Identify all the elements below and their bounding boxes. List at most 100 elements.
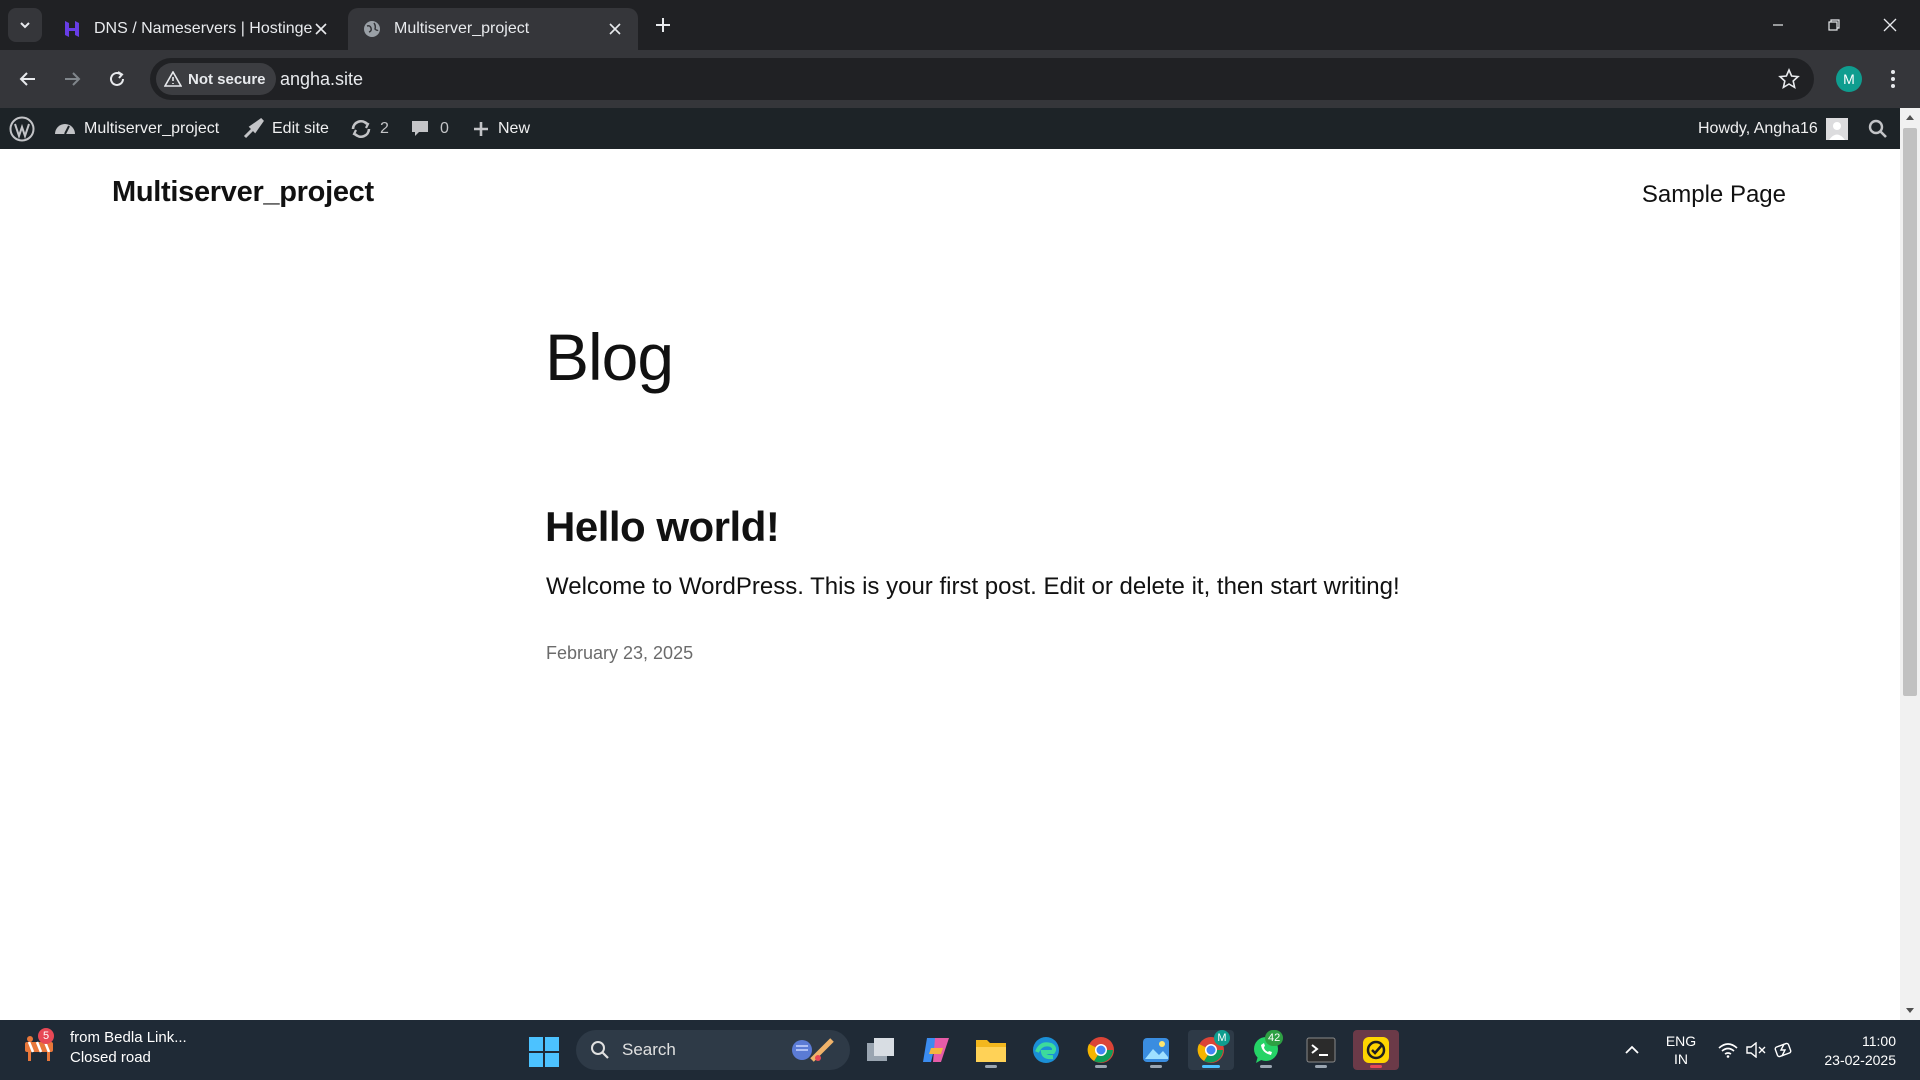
tab-multiserver[interactable]: Multiserver_project (348, 8, 638, 50)
security-chip[interactable]: Not secure (156, 63, 276, 95)
warning-icon (164, 71, 182, 87)
edge-icon (1033, 1037, 1059, 1063)
post-date-link[interactable]: February 23, 2025 (546, 643, 693, 664)
search-icon (1868, 119, 1887, 138)
back-button[interactable] (12, 63, 44, 95)
new-content-button[interactable]: New (472, 108, 530, 149)
photos-button[interactable] (1133, 1030, 1179, 1070)
clock-date: 23-02-2025 (1824, 1052, 1896, 1068)
browser-menu-button[interactable] (1880, 65, 1906, 93)
vertical-scrollbar[interactable] (1900, 108, 1920, 1020)
url-text[interactable]: angha.site (280, 58, 363, 100)
updates-button[interactable]: 2 (350, 108, 389, 149)
windows-taskbar: 5 from Bedla Link... Closed road Search … (0, 1020, 1920, 1080)
search-label: Search (622, 1040, 676, 1059)
site-title-link[interactable]: Multiserver_project (112, 176, 374, 209)
battery-charging-icon (1774, 1042, 1792, 1058)
whatsapp-button[interactable]: 42 (1243, 1030, 1289, 1070)
comments-button[interactable]: 0 (410, 108, 449, 149)
scroll-up-icon[interactable] (1905, 113, 1915, 123)
minimize-button[interactable] (1750, 0, 1806, 50)
browser-tab-strip: DNS / Nameservers | Hostinger Multiserve… (0, 0, 1920, 50)
notification-count-badge: 5 (38, 1028, 54, 1044)
wifi-icon (1718, 1043, 1738, 1058)
start-button[interactable] (528, 1036, 560, 1073)
browser-toolbar: Not secure angha.site M (0, 50, 1920, 108)
chrome-profile-badge: M (1214, 1030, 1230, 1046)
clock-time: 11:00 (1862, 1033, 1896, 1049)
post-title-link[interactable]: Hello world! (545, 503, 780, 551)
widget-line-1: from Bedla Link... (70, 1029, 187, 1046)
photos-icon (1143, 1038, 1169, 1062)
bookmark-star-icon[interactable] (1778, 68, 1800, 90)
admin-search-button[interactable] (1868, 108, 1896, 149)
running-indicator (1150, 1065, 1162, 1068)
reload-button[interactable] (101, 63, 133, 95)
close-icon[interactable] (606, 20, 624, 38)
task-view-button[interactable] (858, 1030, 904, 1070)
chrome-profile-2-button[interactable] (1078, 1030, 1124, 1070)
whatsapp-unread-badge: 42 (1265, 1030, 1284, 1046)
system-clock[interactable]: 11:00 23-02-2025 (1824, 1032, 1896, 1070)
wordpress-icon (9, 116, 35, 141)
close-window-button[interactable] (1862, 0, 1918, 50)
site-name-menu[interactable]: Multiserver_project (54, 108, 219, 149)
chevron-down-icon (20, 22, 30, 29)
edge-button[interactable] (1023, 1030, 1069, 1070)
traffic-widget[interactable]: 5 from Bedla Link... Closed road (22, 1028, 187, 1068)
restore-button[interactable] (1806, 0, 1862, 50)
copilot-button[interactable] (913, 1030, 959, 1070)
plus-icon (474, 121, 488, 136)
tab-search-button[interactable] (8, 8, 42, 42)
taskbar-search-box[interactable]: Search (576, 1030, 850, 1070)
security-chip-label: Not secure (188, 70, 266, 88)
new-tab-button[interactable] (650, 12, 676, 38)
input-language-indicator[interactable]: ENG IN (1660, 1020, 1702, 1080)
tab-hostinger[interactable]: DNS / Nameservers | Hostinger (48, 8, 344, 50)
howdy-label: Howdy, Angha16 (1698, 119, 1818, 137)
post-excerpt: Welcome to WordPress. This is your first… (546, 573, 1400, 600)
battery-status[interactable] (1772, 1020, 1796, 1080)
plus-icon (656, 18, 670, 32)
volume-status[interactable] (1744, 1020, 1768, 1080)
chrome-icon (1087, 1037, 1114, 1063)
edit-site-button[interactable]: Edit site (242, 108, 329, 149)
account-menu[interactable]: Howdy, Angha16 (1698, 108, 1856, 149)
brush-icon (243, 117, 264, 138)
scrollbar-thumb[interactable] (1903, 128, 1917, 696)
show-hidden-icons-button[interactable] (1620, 1020, 1644, 1080)
address-bar[interactable]: Not secure angha.site (150, 58, 1814, 100)
cricket-highlight-icon (792, 1038, 834, 1062)
windows-logo-icon (529, 1037, 559, 1067)
chrome-active-button[interactable]: M (1188, 1030, 1234, 1070)
widget-line-2: Closed road (70, 1049, 151, 1066)
terminal-button[interactable] (1298, 1030, 1344, 1070)
updates-icon (351, 119, 371, 138)
tab-title: DNS / Nameservers | Hostinger (94, 20, 312, 37)
wifi-status[interactable] (1716, 1020, 1740, 1080)
folder-icon (976, 1040, 1006, 1062)
more-vert-icon (1891, 70, 1895, 88)
wp-admin-bar: Multiserver_project Edit site 2 0 New Ho… (0, 108, 1920, 149)
reload-icon (110, 71, 124, 86)
scroll-down-icon[interactable] (1905, 1005, 1915, 1015)
tab-title: Multiserver_project (394, 20, 530, 37)
wordpress-logo-button[interactable] (9, 108, 43, 149)
close-icon[interactable] (312, 20, 330, 38)
todo-app-button[interactable] (1353, 1030, 1399, 1070)
globe-icon (362, 19, 382, 39)
profile-avatar[interactable]: M (1836, 66, 1862, 92)
edit-site-label: Edit site (272, 119, 329, 137)
site-name-label: Multiserver_project (84, 119, 220, 137)
language-label: ENG (1665, 1033, 1697, 1049)
comment-icon (412, 120, 428, 136)
page-title: Blog (545, 320, 674, 394)
arrow-left-icon (19, 72, 35, 86)
new-label: New (498, 119, 531, 137)
nav-item-sample-page[interactable]: Sample Page (1642, 181, 1786, 209)
file-explorer-button[interactable] (968, 1030, 1014, 1070)
running-indicator (1370, 1065, 1382, 1068)
forward-button[interactable] (56, 63, 88, 95)
comments-count: 0 (440, 119, 449, 137)
region-label: IN (1674, 1051, 1688, 1067)
